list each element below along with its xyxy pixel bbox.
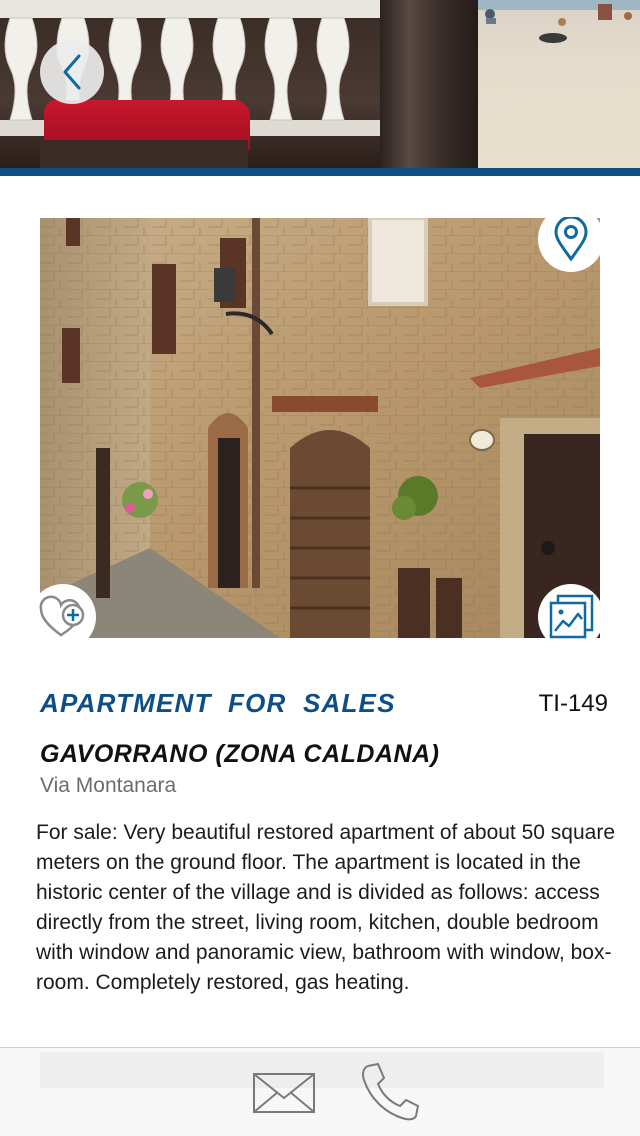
phone-icon [362, 1063, 419, 1121]
bottom-action-bar [0, 1047, 640, 1136]
stone-building-illustration [40, 218, 600, 638]
email-button[interactable] [252, 1068, 318, 1116]
street-address: Via Montanara [40, 774, 177, 797]
gallery-button[interactable] [538, 584, 604, 650]
curtain [380, 0, 478, 168]
image-gallery-icon [549, 594, 594, 639]
heart-plus-icon [39, 595, 85, 637]
location-title: GAVORRANO (ZONA CALDANA) [40, 740, 440, 768]
add-favorite-button[interactable] [30, 584, 96, 650]
header-accent-bar [0, 168, 640, 176]
map-button[interactable] [538, 206, 604, 272]
beach-view [478, 0, 640, 168]
bench-base [40, 140, 248, 168]
map-pin-icon [554, 217, 588, 261]
chevron-left-icon [63, 54, 81, 90]
back-button[interactable] [40, 40, 104, 104]
property-photo[interactable] [40, 218, 600, 638]
envelope-icon [253, 1073, 315, 1113]
scrolled-content-ghost [40, 1052, 604, 1088]
property-description: For sale: Very beautiful restored apartm… [36, 821, 616, 994]
property-type-title: APARTMENT FOR SALES [40, 688, 396, 718]
call-button[interactable] [360, 1062, 422, 1122]
reference-code: TI-149 [538, 690, 608, 717]
